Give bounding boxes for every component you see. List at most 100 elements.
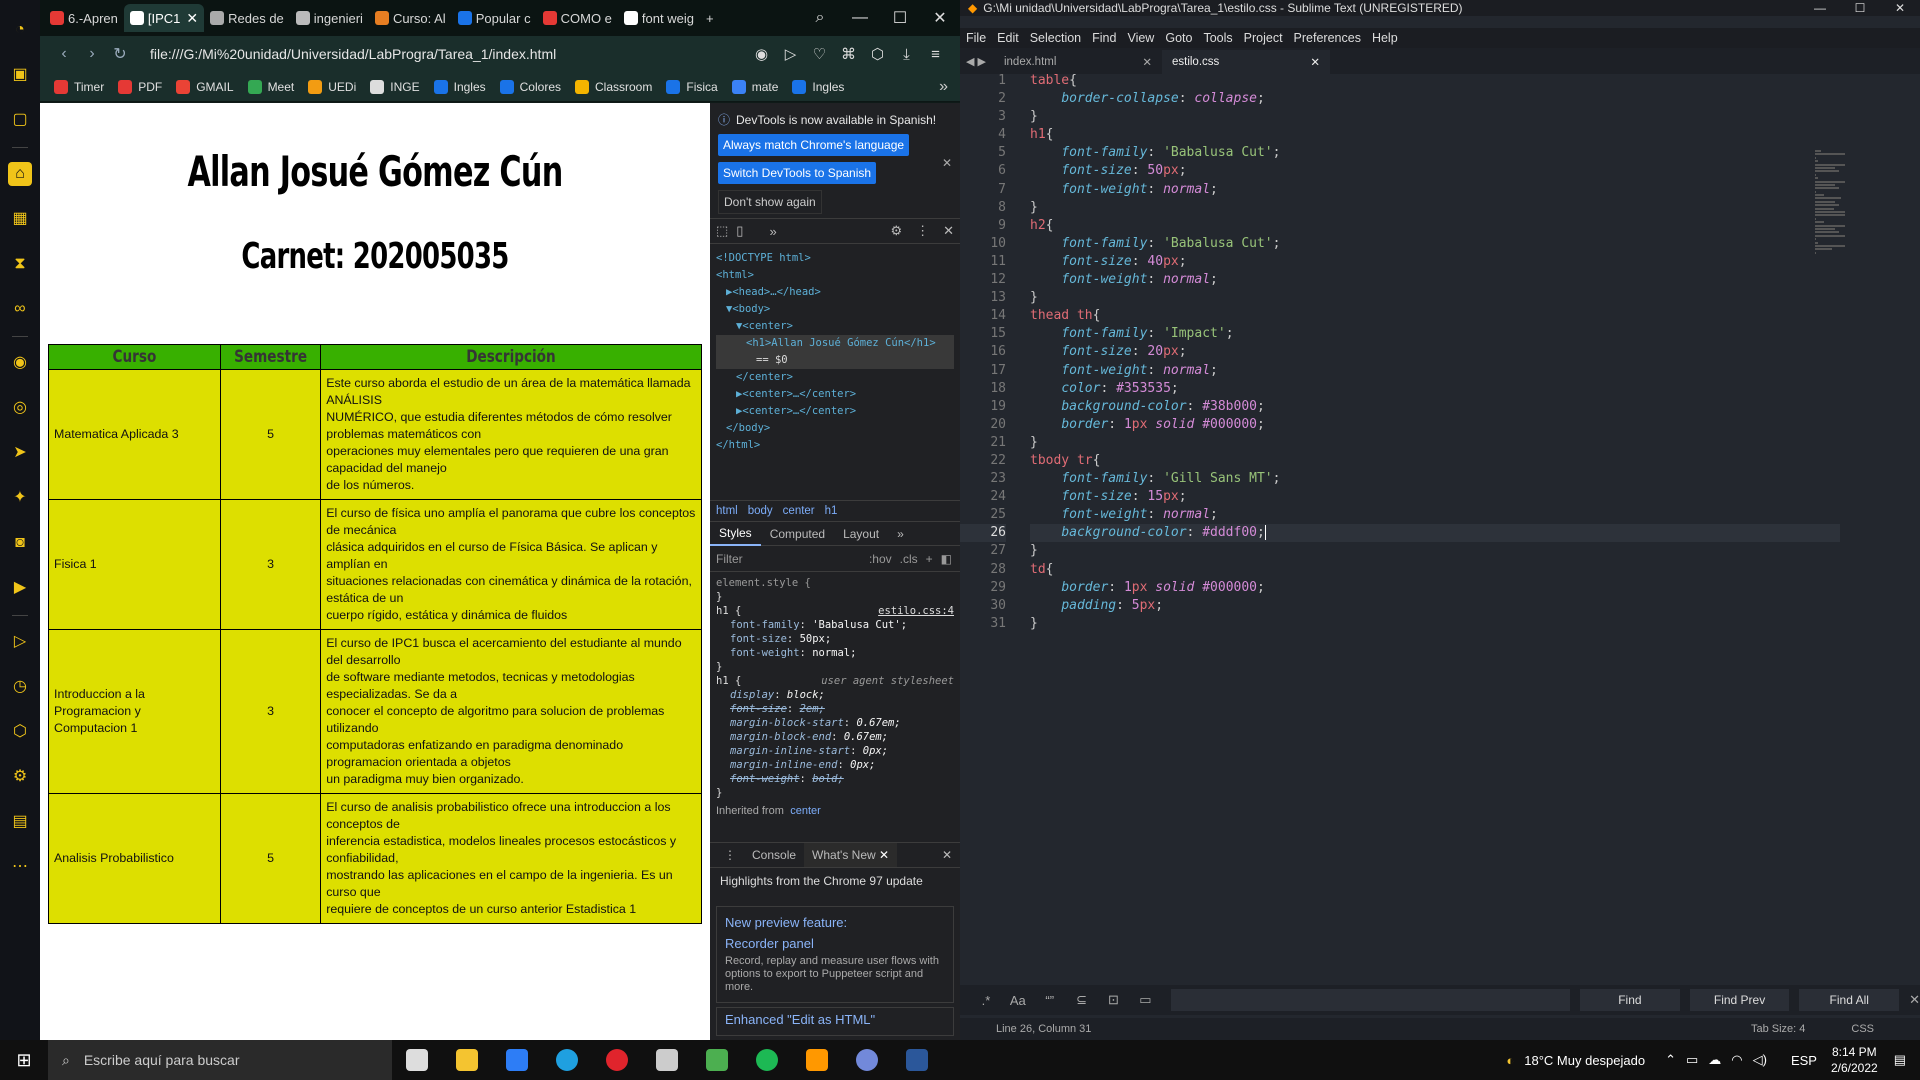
code-line[interactable]: font-weight: normal;: [1030, 506, 1840, 524]
messenger-icon[interactable]: ◉: [8, 351, 32, 375]
filter-input[interactable]: Filter: [716, 552, 743, 566]
cube-icon[interactable]: ⬡: [8, 720, 32, 744]
code-line[interactable]: font-family: 'Gill Sans MT';: [1030, 470, 1840, 488]
sidebar-toggle-icon[interactable]: ◧: [941, 552, 952, 566]
status-syntax[interactable]: CSS: [1851, 1023, 1874, 1035]
whatsapp-icon[interactable]: ◎: [8, 396, 32, 420]
drawer-close-icon[interactable]: ✕: [934, 848, 960, 862]
code-editor[interactable]: 1 2 3 4 5 6 7 8 9 10 11 12 13 14 15 16 17 18 19 20 21 22 23 24 2…: [960, 72, 1920, 972]
dom-node[interactable]: ▼<center>: [716, 318, 954, 335]
sublime-close-button[interactable]: ✕: [1880, 1, 1920, 15]
reload-icon[interactable]: ↻: [106, 44, 134, 64]
tab-nav-icon[interactable]: ◀ ▶: [966, 55, 986, 68]
taskbar-app-discord[interactable]: [842, 1040, 892, 1080]
taskbar-app-sublime[interactable]: [792, 1040, 842, 1080]
taskbar-app-spotify[interactable]: [742, 1040, 792, 1080]
twitch-icon[interactable]: ▢: [8, 108, 32, 132]
code-line[interactable]: background-color: #38b000;: [1030, 398, 1840, 416]
dom-node[interactable]: ▶<center>…</center>: [716, 403, 954, 420]
editor-tab-close-icon[interactable]: ✕: [1142, 55, 1152, 69]
menu-item-goto[interactable]: Goto: [1165, 31, 1192, 45]
search-icon[interactable]: ⌕: [800, 9, 840, 27]
breadcrumb-item[interactable]: center: [783, 505, 815, 517]
speed-dial-icon[interactable]: ◔: [8, 18, 32, 42]
sublime-maximize-button[interactable]: ☐: [1840, 1, 1880, 15]
find-button[interactable]: Find: [1580, 989, 1680, 1011]
wifi-icon[interactable]: ◠: [1731, 1052, 1742, 1068]
menu-item-selection[interactable]: Selection: [1030, 31, 1081, 45]
inspect-icon[interactable]: ⬚: [716, 223, 728, 239]
device-icon[interactable]: ▯: [736, 223, 743, 239]
regex-toggle-icon[interactable]: .*: [970, 993, 1002, 1008]
language-indicator[interactable]: ESP: [1791, 1053, 1817, 1068]
dom-node[interactable]: <h1>Allan Josué Gómez Cún</h1>: [716, 335, 954, 352]
menu-item-edit[interactable]: Edit: [997, 31, 1019, 45]
menu-item-project[interactable]: Project: [1244, 31, 1283, 45]
dom-node[interactable]: ▶<head>…</head>: [716, 284, 954, 301]
more-panels-icon[interactable]: »: [769, 224, 776, 239]
sublime-minimize-button[interactable]: —: [1800, 1, 1840, 15]
code-line[interactable]: h2{: [1030, 217, 1840, 235]
code-line[interactable]: border: 1px solid #000000;: [1030, 416, 1840, 434]
code-line[interactable]: }: [1030, 615, 1840, 633]
menu-icon[interactable]: ≡: [921, 46, 950, 63]
browser-tab[interactable]: Redes de: [204, 4, 290, 32]
dom-node[interactable]: ▼<body>: [716, 301, 954, 318]
bookmark-item[interactable]: GMAIL: [176, 79, 234, 94]
translate-icon[interactable]: ⌘: [834, 45, 863, 63]
switch-spanish-button[interactable]: Switch DevTools to Spanish: [718, 162, 877, 184]
bookmark-item[interactable]: Timer: [54, 79, 104, 94]
settings-icon[interactable]: ⚙: [8, 765, 32, 789]
bike-icon[interactable]: ∞: [8, 297, 32, 321]
network-icon[interactable]: ▭: [1686, 1052, 1698, 1068]
code-line[interactable]: background-color: #dddf00;: [1030, 524, 1840, 543]
code-area[interactable]: table{ border-collapse: collapse; } h1{ …: [1020, 72, 1840, 633]
code-line[interactable]: font-weight: normal;: [1030, 181, 1840, 199]
status-tab-size[interactable]: Tab Size: 4: [1751, 1023, 1805, 1035]
taskbar-app-store[interactable]: [492, 1040, 542, 1080]
notifications-icon[interactable]: ▤: [1894, 1052, 1906, 1068]
bookmark-item[interactable]: UEDi: [308, 79, 356, 94]
card-subtitle[interactable]: Recorder panel: [725, 936, 945, 951]
code-line[interactable]: font-family: 'Babalusa Cut';: [1030, 144, 1840, 162]
menu-item-tools[interactable]: Tools: [1203, 31, 1232, 45]
code-line[interactable]: border: 1px solid #000000;: [1030, 579, 1840, 597]
find-prev-button[interactable]: Find Prev: [1689, 989, 1790, 1011]
dont-show-again-button[interactable]: Don't show again: [718, 190, 822, 214]
bookmark-item[interactable]: Colores: [499, 79, 561, 94]
code-line[interactable]: font-size: 50px;: [1030, 162, 1840, 180]
code-line[interactable]: td{: [1030, 561, 1840, 579]
clock-icon[interactable]: ◷: [8, 675, 32, 699]
code-line[interactable]: }: [1030, 434, 1840, 452]
devtools-settings-icon[interactable]: ⚙: [890, 223, 902, 239]
styles-tab[interactable]: Computed: [761, 527, 834, 541]
home-icon[interactable]: ⌂: [8, 162, 32, 186]
code-line[interactable]: font-family: 'Impact';: [1030, 325, 1840, 343]
code-line[interactable]: h1{: [1030, 126, 1840, 144]
bookmarks-more-icon[interactable]: »: [939, 78, 948, 96]
bookmark-item[interactable]: Ingles: [792, 79, 844, 94]
code-line[interactable]: thead th{: [1030, 307, 1840, 325]
cube-icon[interactable]: ⬡: [863, 45, 892, 63]
styles-tab[interactable]: Layout: [834, 527, 888, 541]
menu-item-preferences[interactable]: Preferences: [1294, 31, 1361, 45]
taskbar-app-github[interactable]: [642, 1040, 692, 1080]
taskbar-search[interactable]: ⌕ Escribe aquí para buscar: [48, 1040, 392, 1080]
browser-tab[interactable]: [IPC1 ✕: [123, 4, 205, 32]
bookmark-item[interactable]: Ingles: [433, 79, 486, 94]
maximize-button[interactable]: ☐: [880, 8, 920, 28]
always-match-button[interactable]: Always match Chrome's language: [718, 134, 910, 156]
close-window-button[interactable]: ✕: [920, 8, 960, 28]
cloud-icon[interactable]: ☁: [1708, 1052, 1721, 1068]
discord-icon[interactable]: ◙: [8, 531, 32, 555]
tab-close-icon[interactable]: ✕: [186, 10, 198, 27]
devtools-kebab-icon[interactable]: ⋮: [916, 223, 929, 239]
code-line[interactable]: }: [1030, 199, 1840, 217]
browser-tab[interactable]: Popular c: [452, 4, 537, 32]
heart-icon[interactable]: ♡: [805, 45, 834, 63]
add-rule-icon[interactable]: +: [926, 552, 933, 566]
code-line[interactable]: padding: 5px;: [1030, 597, 1840, 615]
bookmark-item[interactable]: PDF: [118, 79, 162, 94]
taskbar-app-task-view[interactable]: [392, 1040, 442, 1080]
whatsnew-card[interactable]: New preview feature: Recorder panel Reco…: [716, 906, 954, 1003]
